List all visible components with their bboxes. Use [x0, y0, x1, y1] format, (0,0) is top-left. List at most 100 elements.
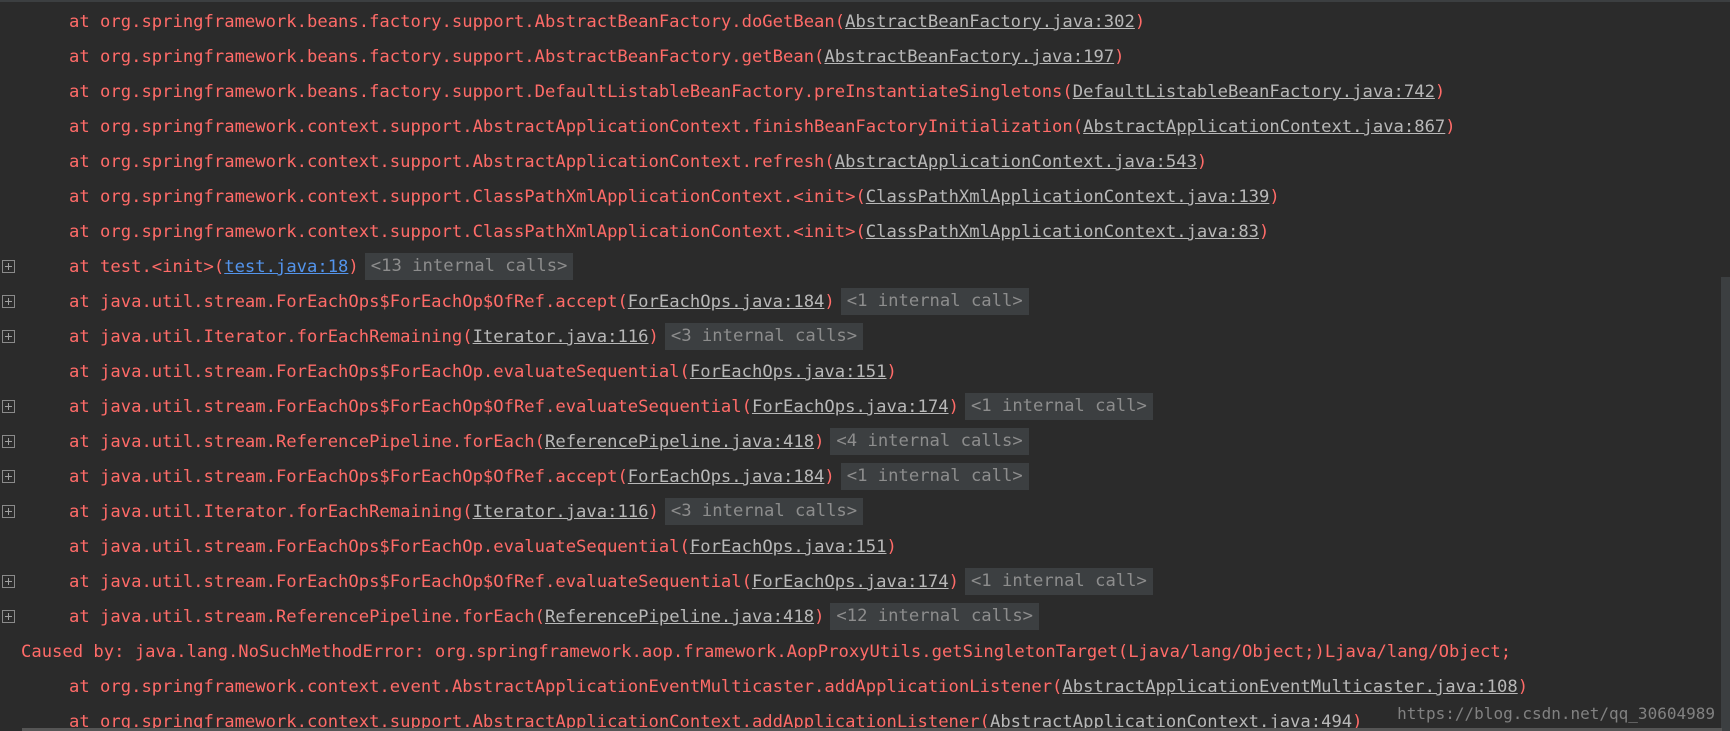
- frame-prefix: at: [69, 292, 101, 312]
- stack-frame-text: at java.util.Iterator.forEachRemaining(I…: [69, 320, 864, 355]
- frame-method: org.springframework.context.event.Abstra…: [100, 677, 1053, 697]
- expand-plus-icon[interactable]: [2, 295, 15, 308]
- internal-calls-fold[interactable]: <13 internal calls>: [364, 253, 574, 280]
- source-link[interactable]: DefaultListableBeanFactory.java:742: [1073, 82, 1435, 102]
- stack-frame-text: at org.springframework.context.event.Abs…: [69, 677, 1529, 697]
- stack-frame-line: at org.springframework.context.event.Abs…: [0, 670, 1730, 705]
- internal-calls-fold[interactable]: <4 internal calls>: [830, 428, 1029, 455]
- internal-calls-fold[interactable]: <1 internal call>: [840, 288, 1029, 315]
- stack-frame-line: at java.util.stream.ForEachOps$ForEachOp…: [0, 565, 1730, 600]
- stack-frame-line: at java.util.stream.ForEachOps$ForEachOp…: [0, 390, 1730, 425]
- caused-by-line: Caused by: java.lang.NoSuchMethodError: …: [0, 635, 1730, 670]
- frame-method: java.util.stream.ForEachOps$ForEachOp.ev…: [100, 537, 680, 557]
- frame-method: org.springframework.beans.factory.suppor…: [100, 12, 835, 32]
- stack-frame-line: at org.springframework.beans.factory.sup…: [0, 5, 1730, 40]
- source-link[interactable]: ClassPathXmlApplicationContext.java:83: [866, 222, 1259, 242]
- frame-prefix: at: [69, 257, 101, 277]
- expand-plus-icon[interactable]: [2, 505, 15, 518]
- stack-frame-text: at org.springframework.context.support.A…: [69, 117, 1456, 137]
- source-link[interactable]: ForEachOps.java:184: [628, 467, 825, 487]
- stack-frame-text: at org.springframework.beans.factory.sup…: [69, 12, 1146, 32]
- stack-frame-text: at test.<init>(test.java:18) <13 internal…: [69, 250, 574, 285]
- frame-method: org.springframework.context.support.Abst…: [100, 152, 825, 172]
- internal-calls-fold[interactable]: <3 internal calls>: [664, 323, 864, 350]
- stack-frame-text: at org.springframework.beans.factory.sup…: [69, 47, 1125, 67]
- stack-frame-text: at org.springframework.context.support.C…: [69, 187, 1280, 207]
- stack-frame-text: at java.util.stream.ReferencePipeline.fo…: [69, 600, 1040, 635]
- internal-calls-fold[interactable]: <3 internal calls>: [664, 498, 864, 525]
- internal-calls-fold[interactable]: <1 internal call>: [964, 568, 1153, 595]
- stack-frame-text: at org.springframework.context.support.C…: [69, 222, 1270, 242]
- stack-frame-line: at java.util.stream.ForEachOps$ForEachOp…: [0, 530, 1730, 565]
- stack-frame-line: at java.util.Iterator.forEachRemaining(I…: [0, 320, 1730, 355]
- source-link[interactable]: AbstractBeanFactory.java:197: [824, 47, 1114, 67]
- stack-frame-line: at org.springframework.context.support.A…: [0, 110, 1730, 145]
- vertical-scrollbar[interactable]: [1721, 277, 1730, 731]
- expand-plus-icon[interactable]: [2, 330, 15, 343]
- internal-calls-fold[interactable]: <12 internal calls>: [830, 603, 1040, 630]
- source-link[interactable]: ReferencePipeline.java:418: [545, 432, 814, 452]
- frame-method: java.util.stream.ForEachOps$ForEachOp$Of…: [100, 397, 742, 417]
- source-link[interactable]: Iterator.java:116: [473, 502, 649, 522]
- frame-prefix: at: [69, 432, 101, 452]
- source-link[interactable]: ReferencePipeline.java:418: [545, 607, 814, 627]
- frame-method: org.springframework.beans.factory.suppor…: [100, 82, 1063, 102]
- stack-frame-text: at org.springframework.context.support.A…: [69, 152, 1208, 172]
- source-link[interactable]: AbstractApplicationEventMulticaster.java…: [1062, 677, 1517, 697]
- expand-plus-icon[interactable]: [2, 470, 15, 483]
- source-link[interactable]: ForEachOps.java:151: [690, 537, 887, 557]
- frame-prefix: at: [69, 152, 101, 172]
- frame-method: java.util.stream.ForEachOps$ForEachOp.ev…: [100, 362, 680, 382]
- source-link[interactable]: test.java:18: [224, 257, 348, 277]
- console-top-border: [0, 0, 1730, 2]
- expand-plus-icon[interactable]: [2, 400, 15, 413]
- source-link[interactable]: ForEachOps.java:174: [752, 572, 949, 592]
- stack-frame-text: at java.util.Iterator.forEachRemaining(I…: [69, 495, 864, 530]
- frame-prefix: at: [69, 187, 101, 207]
- frame-prefix: at: [69, 537, 101, 557]
- stack-frame-line: at org.springframework.beans.factory.sup…: [0, 75, 1730, 110]
- expand-plus-icon[interactable]: [2, 575, 15, 588]
- source-link[interactable]: ForEachOps.java:174: [752, 397, 949, 417]
- stack-frame-text: at java.util.stream.ForEachOps$ForEachOp…: [69, 537, 897, 557]
- internal-calls-fold[interactable]: <1 internal call>: [964, 393, 1153, 420]
- source-link[interactable]: AbstractApplicationContext.java:543: [835, 152, 1197, 172]
- frame-method: org.springframework.context.support.Clas…: [100, 222, 856, 242]
- stack-frame-text: at java.util.stream.ReferencePipeline.fo…: [69, 425, 1029, 460]
- stack-frame-line: at org.springframework.beans.factory.sup…: [0, 40, 1730, 75]
- stack-frame-line: at java.util.stream.ForEachOps$ForEachOp…: [0, 460, 1730, 495]
- source-link[interactable]: ClassPathXmlApplicationContext.java:139: [866, 187, 1270, 207]
- stack-frame-line: at java.util.stream.ForEachOps$ForEachOp…: [0, 285, 1730, 320]
- frame-method: org.springframework.beans.factory.suppor…: [100, 47, 815, 67]
- console-output: at org.springframework.beans.factory.sup…: [0, 0, 1730, 731]
- frame-prefix: at: [69, 12, 101, 32]
- internal-calls-fold[interactable]: <1 internal call>: [840, 463, 1029, 490]
- frame-prefix: at: [69, 327, 101, 347]
- frame-prefix: at: [69, 47, 101, 67]
- stack-frame-line: at org.springframework.context.support.C…: [0, 215, 1730, 250]
- source-link[interactable]: Iterator.java:116: [473, 327, 649, 347]
- expand-plus-icon[interactable]: [2, 610, 15, 623]
- source-link[interactable]: ForEachOps.java:151: [690, 362, 887, 382]
- frame-prefix: at: [69, 502, 101, 522]
- stack-frame-line: at java.util.stream.ForEachOps$ForEachOp…: [0, 355, 1730, 390]
- frame-method: java.util.stream.ReferencePipeline.forEa…: [100, 432, 535, 452]
- stack-frame-line: at java.util.Iterator.forEachRemaining(I…: [0, 495, 1730, 530]
- stack-frame-line: at java.util.stream.ReferencePipeline.fo…: [0, 600, 1730, 635]
- stack-frame-text: at java.util.stream.ForEachOps$ForEachOp…: [69, 565, 1153, 600]
- frame-prefix: at: [69, 117, 101, 137]
- source-link[interactable]: AbstractApplicationContext.java:867: [1083, 117, 1445, 137]
- expand-plus-icon[interactable]: [2, 260, 15, 273]
- frame-method: java.util.stream.ForEachOps$ForEachOp$Of…: [100, 292, 618, 312]
- stack-frame-line: at java.util.stream.ReferencePipeline.fo…: [0, 425, 1730, 460]
- stack-frame-text: at java.util.stream.ForEachOps$ForEachOp…: [69, 285, 1029, 320]
- stack-frame-line: at test.<init>(test.java:18) <13 internal…: [0, 250, 1730, 285]
- expand-plus-icon[interactable]: [2, 435, 15, 448]
- source-link[interactable]: ForEachOps.java:184: [628, 292, 825, 312]
- frame-method: java.util.Iterator.forEachRemaining: [100, 327, 463, 347]
- frame-method: java.util.stream.ForEachOps$ForEachOp$Of…: [100, 572, 742, 592]
- stack-frame-line: at org.springframework.context.support.C…: [0, 180, 1730, 215]
- frame-prefix: at: [69, 397, 101, 417]
- source-link[interactable]: AbstractBeanFactory.java:302: [845, 12, 1135, 32]
- frame-method: org.springframework.context.support.Clas…: [100, 187, 856, 207]
